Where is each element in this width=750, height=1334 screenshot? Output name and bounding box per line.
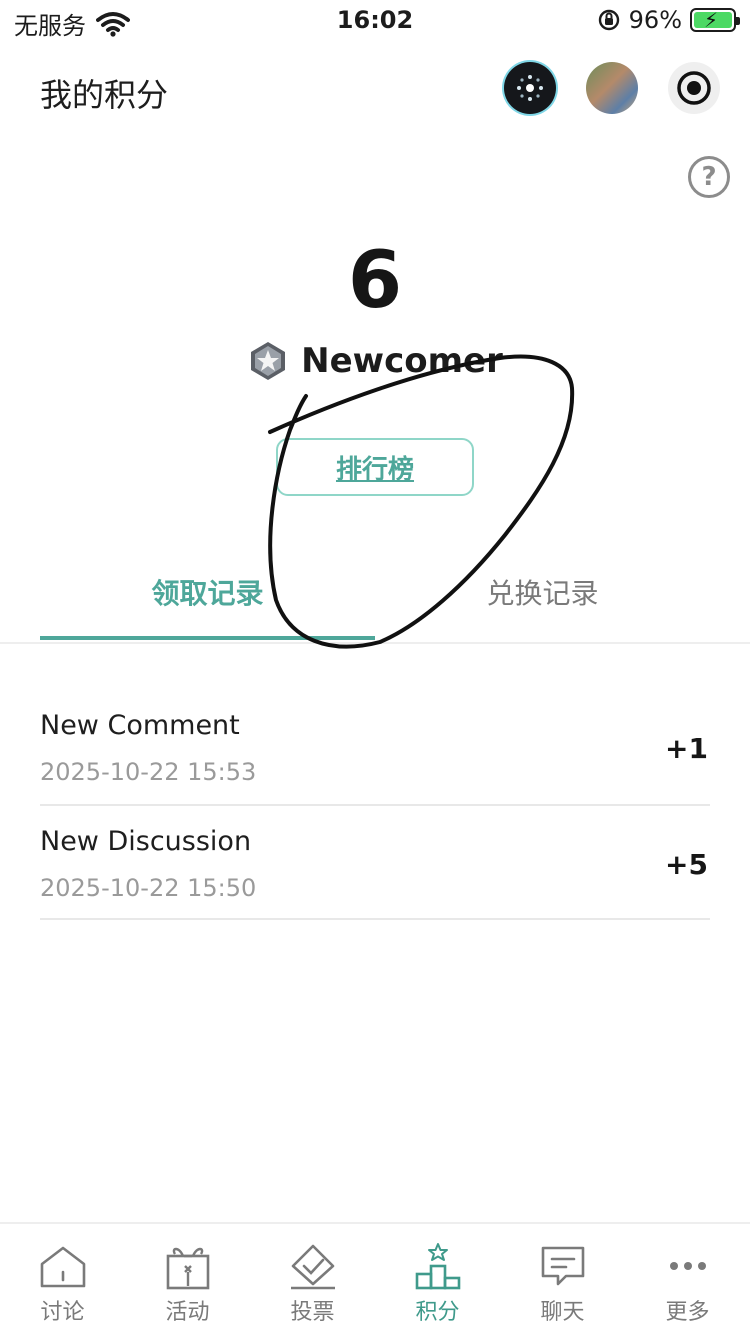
record-title: New Discussion bbox=[40, 826, 252, 857]
battery-icon: ⚡ bbox=[690, 8, 740, 32]
tab-indicator bbox=[40, 636, 375, 640]
nav-label: 积分 bbox=[415, 1300, 460, 1325]
podium-icon bbox=[415, 1243, 460, 1290]
tab-claim-records[interactable]: 领取记录 bbox=[40, 570, 375, 618]
annotation-scribble bbox=[268, 354, 575, 649]
nav-more[interactable]: 更多 bbox=[625, 1242, 750, 1326]
status-right: 96% ⚡ bbox=[597, 6, 740, 34]
vote-icon bbox=[290, 1244, 335, 1290]
nav-label: 聊天 bbox=[540, 1300, 585, 1325]
nav-points[interactable]: 积分 bbox=[375, 1242, 500, 1326]
points-page: 无服务 16:02 96% ⚡ 我的积分 ? 6 Newcomer 排行榜 领取… bbox=[0, 0, 750, 1334]
status-bar: 无服务 16:02 96% ⚡ bbox=[0, 0, 750, 42]
tabs-divider bbox=[0, 642, 750, 644]
nav-vote[interactable]: 投票 bbox=[250, 1242, 375, 1326]
sparkle-dots-icon bbox=[517, 75, 543, 101]
nav-label: 活动 bbox=[165, 1300, 210, 1325]
gift-icon bbox=[166, 1247, 209, 1290]
app-icon[interactable] bbox=[504, 62, 556, 114]
page-title: 我的积分 bbox=[40, 76, 169, 114]
nav-activity[interactable]: 活动 bbox=[125, 1242, 250, 1326]
star-badge-icon bbox=[251, 342, 286, 380]
help-icon[interactable]: ? bbox=[688, 156, 730, 198]
list-item[interactable]: New Comment 2025-10-22 15:53 +1 bbox=[40, 690, 710, 806]
points-record-list: New Comment 2025-10-22 15:53 +1 New Disc… bbox=[40, 690, 710, 920]
level-name: Newcomer bbox=[301, 341, 503, 381]
battery-percent: 96% bbox=[628, 6, 682, 34]
record-tabs: 领取记录 兑换记录 bbox=[40, 570, 710, 642]
record-icon[interactable] bbox=[668, 62, 720, 114]
record-time: 2025-10-22 15:53 bbox=[40, 758, 257, 786]
bottom-nav: 讨论 活动 投票 积分 聊天 更多 bbox=[0, 1222, 750, 1334]
record-points: +5 bbox=[665, 848, 708, 881]
chat-icon bbox=[541, 1246, 584, 1286]
record-points: +1 bbox=[665, 732, 708, 765]
tab-redeem-records[interactable]: 兑换记录 bbox=[375, 570, 710, 618]
header-actions bbox=[504, 62, 720, 114]
nav-label: 投票 bbox=[290, 1300, 335, 1325]
nav-discuss[interactable]: 讨论 bbox=[0, 1242, 125, 1326]
record-title: New Comment bbox=[40, 710, 240, 741]
nav-label: 讨论 bbox=[40, 1300, 85, 1325]
more-icon bbox=[669, 1262, 706, 1270]
level-row: Newcomer bbox=[0, 340, 750, 382]
list-item[interactable]: New Discussion 2025-10-22 15:50 +5 bbox=[40, 806, 710, 920]
record-time: 2025-10-22 15:50 bbox=[40, 874, 257, 902]
points-total: 6 bbox=[347, 236, 403, 326]
nav-label: 更多 bbox=[665, 1300, 710, 1325]
profile-photo[interactable] bbox=[586, 62, 638, 114]
leaderboard-button[interactable]: 排行榜 bbox=[276, 438, 474, 496]
orientation-lock-icon bbox=[598, 9, 619, 31]
nav-chat[interactable]: 聊天 bbox=[500, 1242, 625, 1326]
charging-bolt-icon: ⚡ bbox=[704, 8, 719, 32]
home-icon bbox=[40, 1246, 85, 1288]
